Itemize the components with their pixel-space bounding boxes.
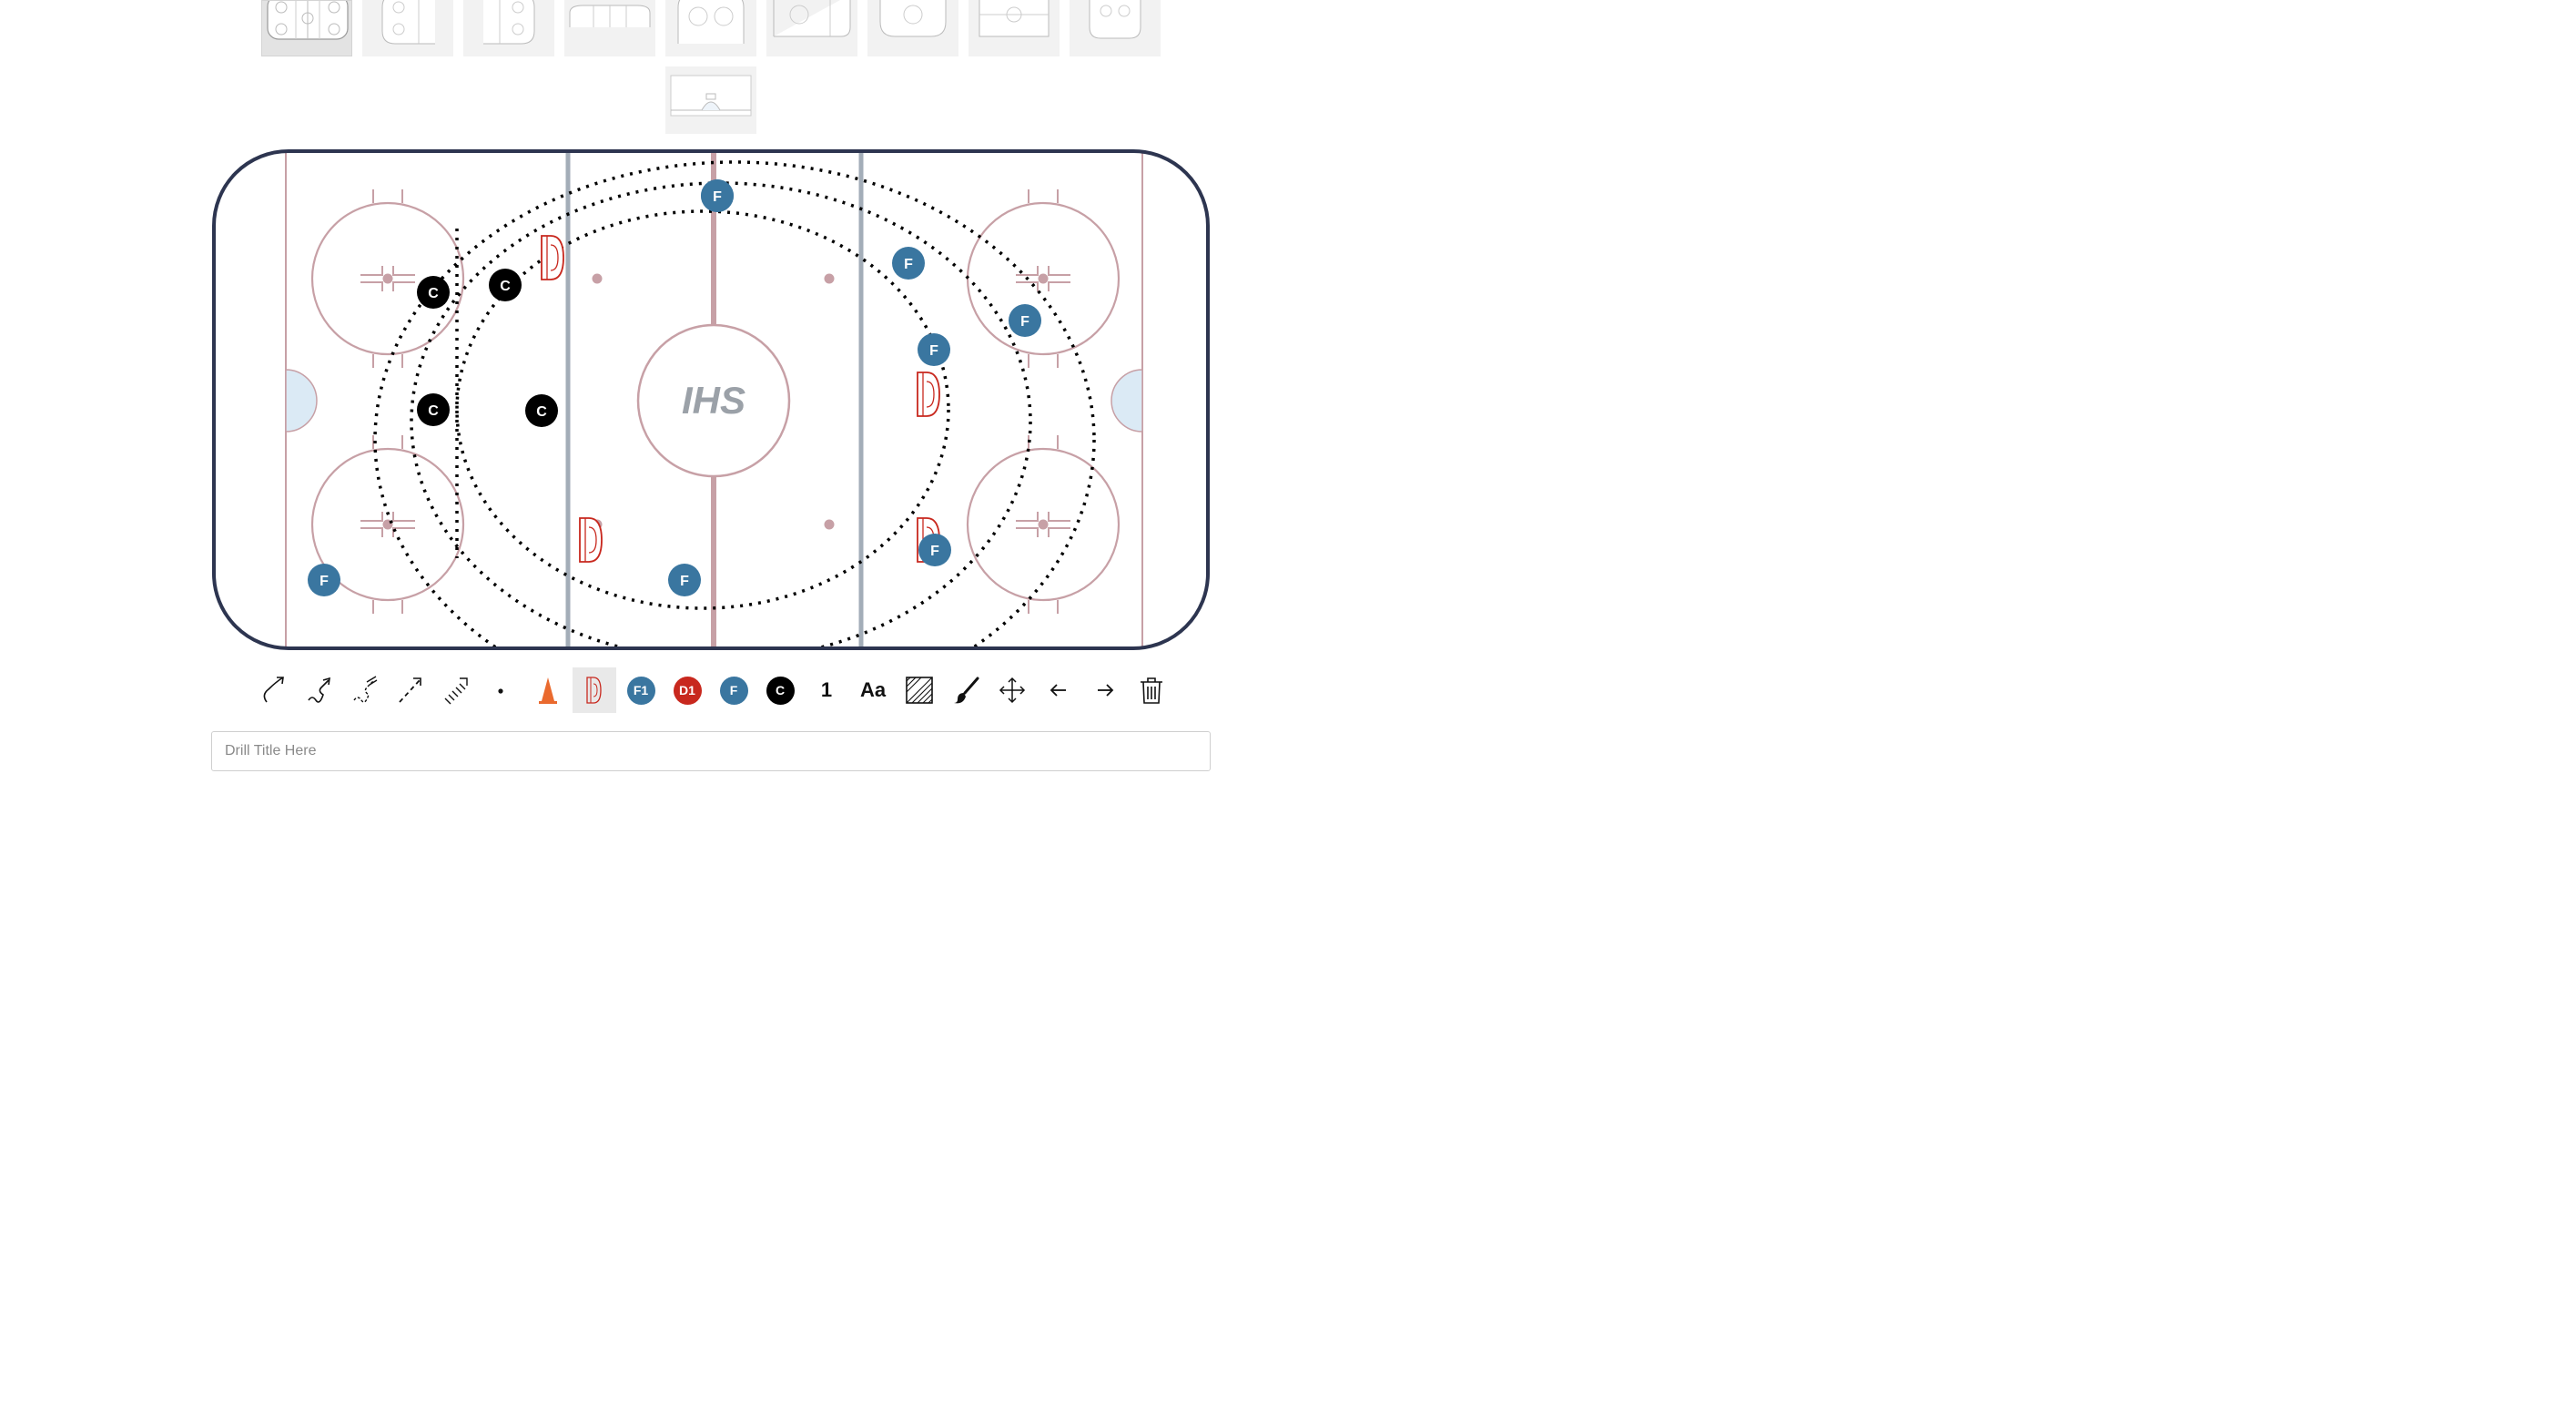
player-label: C [500, 279, 511, 294]
template-neutral-zone[interactable] [564, 0, 655, 56]
player-forward-8[interactable]: F [701, 179, 734, 212]
player-label: F [930, 544, 939, 559]
template-center-ice[interactable] [969, 0, 1060, 56]
redo-tool[interactable] [1083, 667, 1127, 713]
move-arrows-icon [999, 677, 1026, 704]
shade-area-tool[interactable] [898, 667, 941, 713]
dashed-arrow-icon [399, 677, 421, 703]
forward-tool[interactable]: F [712, 667, 756, 713]
player-label: C [428, 403, 439, 419]
number-tool[interactable]: 1 [805, 667, 848, 713]
skate-arrow-tool[interactable] [251, 667, 295, 713]
rink-canvas[interactable]: IHS FFFFFFFFCCCC [211, 148, 1211, 651]
move-tool[interactable] [990, 667, 1034, 713]
center-ice-logo: IHS [682, 379, 745, 422]
player-coach-10[interactable]: C [489, 269, 522, 301]
shot-tool[interactable] [433, 667, 477, 713]
delete-tool[interactable] [1130, 667, 1173, 713]
player-forward-3[interactable]: F [1009, 304, 1041, 337]
text-tool[interactable]: Aa [851, 667, 895, 713]
template-offensive-zone[interactable] [867, 0, 958, 56]
defense-numbered-tool[interactable]: D1 [665, 667, 709, 713]
player-label: F [904, 257, 913, 272]
player-label: C [536, 404, 547, 420]
player-coach-9[interactable]: C [417, 276, 450, 309]
template-corner-zone[interactable] [766, 0, 857, 56]
player-forward-5[interactable]: F [918, 534, 951, 566]
player-coach-12[interactable]: C [525, 394, 558, 427]
player-forward-2[interactable]: F [892, 247, 925, 280]
arrow-left-icon [1050, 684, 1066, 697]
template-half-rink-left[interactable] [362, 0, 453, 56]
player-label: F [929, 343, 938, 359]
drill-title-input[interactable] [211, 731, 1211, 771]
player-forward-6[interactable]: F [308, 564, 340, 596]
template-half-rink-right[interactable] [463, 0, 554, 56]
trash-icon [1141, 677, 1162, 704]
skate-puck-tool[interactable] [297, 667, 340, 713]
curved-arrow-icon [263, 677, 284, 703]
player-label: F [680, 574, 689, 589]
forward-numbered-tool[interactable]: F1 [619, 667, 663, 713]
coach-badge: C [766, 676, 795, 705]
net-tool[interactable] [573, 667, 616, 713]
rink-template-picker [0, 0, 1422, 137]
puck-dot-icon [498, 688, 503, 694]
template-zone-faceoff[interactable] [665, 0, 756, 56]
number-label: 1 [820, 678, 833, 701]
player-label: F [713, 189, 722, 205]
net-1[interactable] [541, 235, 564, 280]
net-2[interactable] [579, 517, 603, 563]
player-forward-4[interactable]: F [918, 333, 950, 366]
player-label: F [1020, 314, 1029, 330]
wavy-arrow-icon [308, 677, 330, 703]
arrow-right-icon [1098, 684, 1114, 697]
puck-tool[interactable] [479, 667, 522, 713]
player-label: F [319, 574, 329, 589]
cone-tool[interactable] [526, 667, 570, 713]
net-3[interactable] [917, 372, 940, 417]
brush-icon [954, 677, 979, 704]
coach-tool[interactable]: C [758, 667, 802, 713]
player-forward-7[interactable]: F [668, 564, 701, 596]
shot-arrow-icon [444, 677, 468, 705]
player-label: C [428, 286, 439, 301]
drawing-toolbar: F1 D1 F C 1 Aa [0, 667, 1422, 715]
template-end-zone[interactable] [1070, 0, 1161, 56]
brush-tool[interactable] [944, 667, 988, 713]
template-goal-crease[interactable] [665, 66, 756, 134]
text-label: Aa [859, 678, 887, 701]
backward-skate-icon [353, 676, 378, 703]
defense-numbered-badge: D1 [673, 676, 702, 705]
backward-skate-tool[interactable] [342, 667, 386, 713]
forward-badge: F [719, 676, 748, 705]
forward-numbered-badge: F1 [626, 676, 655, 705]
undo-tool[interactable] [1037, 667, 1080, 713]
hatch-icon [906, 677, 933, 704]
net-icon [586, 677, 602, 704]
player-coach-11[interactable]: C [417, 393, 450, 426]
pass-tool[interactable] [388, 667, 431, 713]
template-full-rink[interactable] [261, 0, 352, 56]
cone-icon [539, 677, 557, 704]
